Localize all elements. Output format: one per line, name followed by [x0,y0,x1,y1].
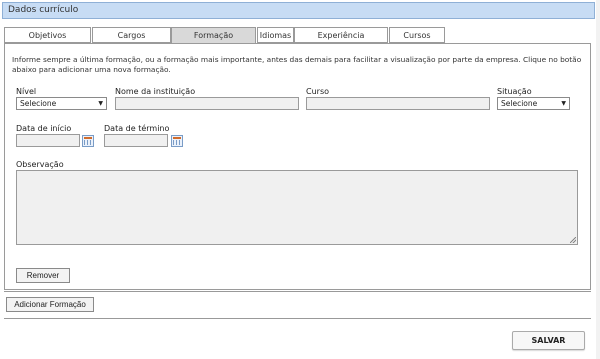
situacao-select[interactable]: Selecione ▼ [497,97,570,110]
calendar-icon[interactable] [171,135,183,147]
tab-cargos-pretendidos[interactable]: Cargos Pretendidos [92,27,171,56]
instituicao-input[interactable] [115,97,299,110]
tab-cursos-extras[interactable]: Cursos Extras [389,27,445,56]
instituicao-label: Nome da instituição [115,87,196,96]
tab-formacao-academica[interactable]: Formação Acadêmica [171,27,256,56]
divider [4,291,591,292]
data-termino-input[interactable] [104,134,168,147]
calendar-icon[interactable] [82,135,94,147]
curso-label: Curso [306,87,330,96]
scrollbar[interactable] [596,0,600,359]
tab-experiencia-profissional[interactable]: Experiência Profissional [294,27,388,56]
curso-input[interactable] [306,97,490,110]
save-button[interactable]: SALVAR [512,331,585,350]
tab-panel [4,43,591,290]
data-termino-label: Data de término [104,124,170,133]
resize-grip-icon[interactable] [570,237,576,243]
chevron-down-icon: ▼ [98,100,103,107]
section-title: Dados currículo [8,5,79,15]
divider [4,318,591,319]
data-inicio-label: Data de início [16,124,72,133]
nivel-select[interactable]: Selecione ▼ [16,97,107,110]
observacao-label: Observação [16,160,64,169]
tab-idiomas[interactable]: Idiomas [257,27,294,43]
info-text: Informe sempre a última formação, ou a f… [12,55,582,74]
remover-button[interactable]: Remover [16,268,70,283]
tab-objetivos-profissionais[interactable]: Objetivos Profissionais [4,27,91,56]
nivel-value: Selecione [20,99,57,108]
observacao-textarea[interactable] [16,170,578,245]
situacao-value: Selecione [501,99,538,108]
data-inicio-input[interactable] [16,134,80,147]
chevron-down-icon: ▼ [561,100,566,107]
nivel-label: Nível [16,87,37,96]
situacao-label: Situação [497,87,532,96]
adicionar-formacao-button[interactable]: Adicionar Formação [6,297,94,312]
section-header: Dados currículo [2,2,595,19]
